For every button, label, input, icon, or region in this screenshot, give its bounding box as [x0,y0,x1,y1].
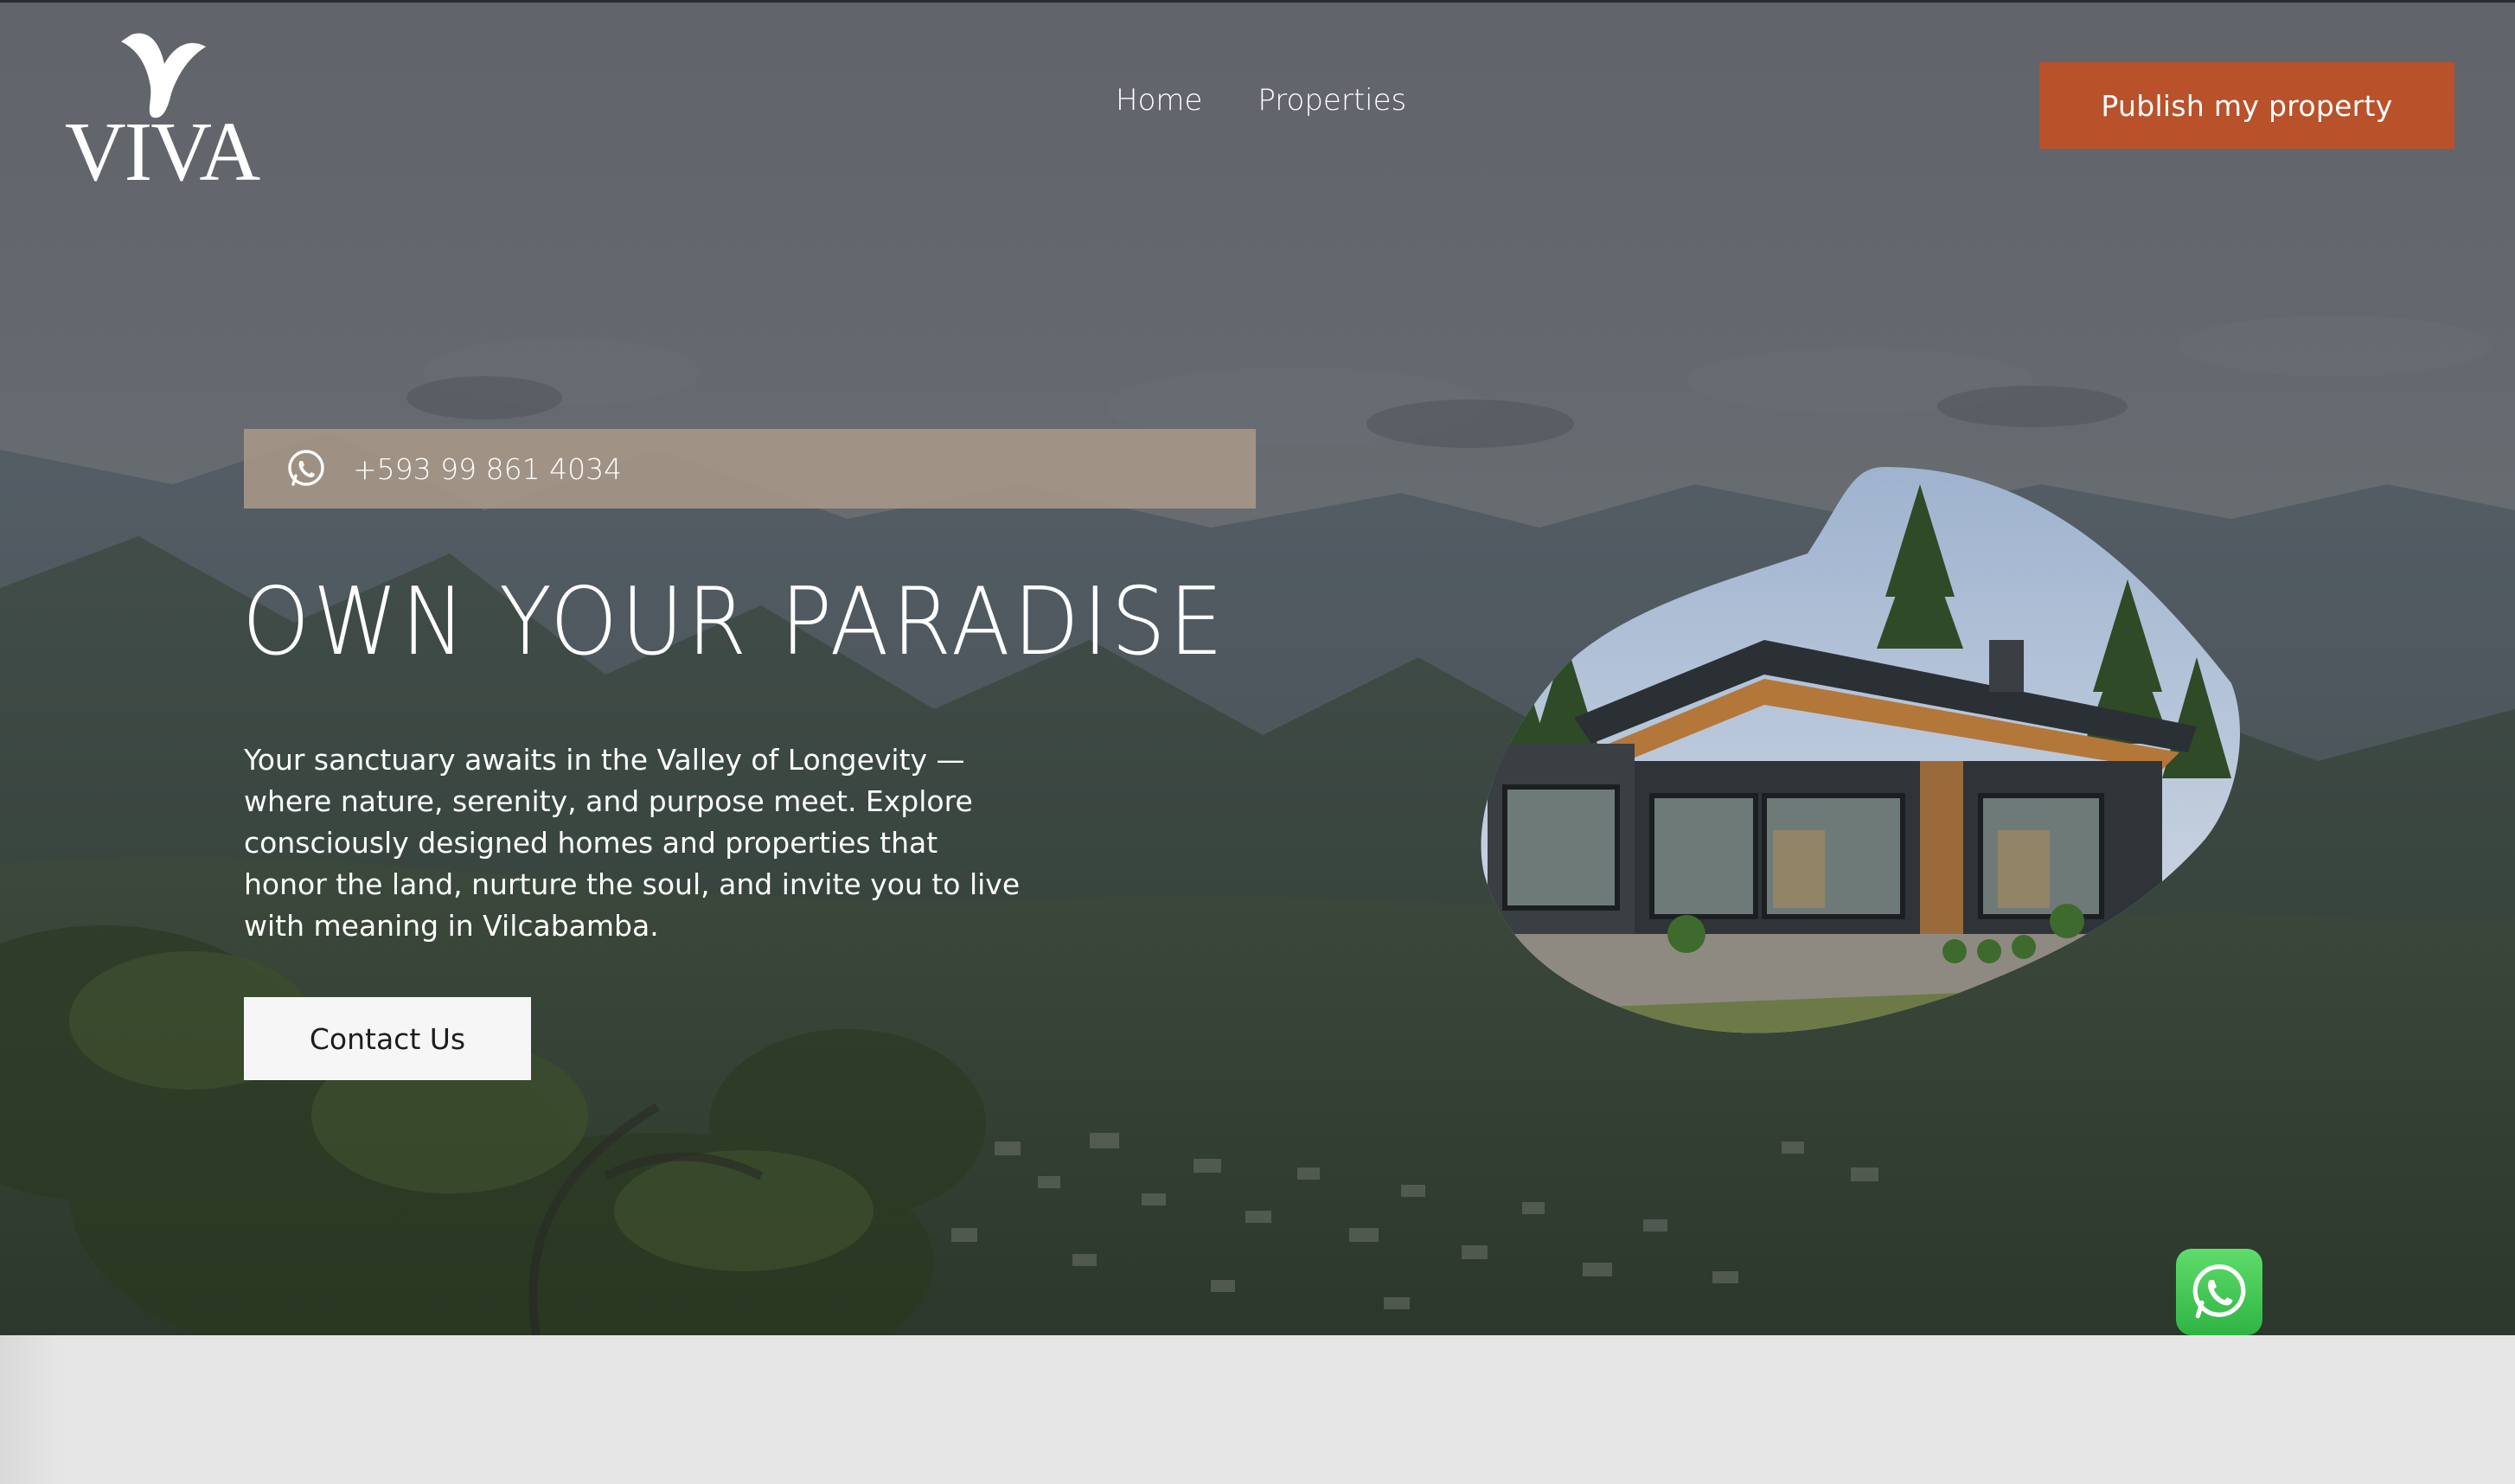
hero-description: Your sanctuary awaits in the Valley of L… [244,743,1021,943]
nav-item-home[interactable]: Home [1116,83,1202,118]
featured-house-image [1481,467,2240,1033]
brand-name: VIVA [64,106,260,199]
hero-headline: OWN YOUR PARADISE [242,568,1226,676]
footer-shadow [0,1335,61,1484]
viva-logo[interactable]: VIVA [54,26,270,195]
top-border [0,0,2515,3]
next-section-placeholder [0,1335,2515,1484]
nav-item-properties[interactable]: Properties [1258,83,1406,118]
whatsapp-icon [288,450,324,486]
floating-whatsapp-button[interactable] [2176,1249,2262,1335]
whatsapp-icon [2192,1264,2246,1319]
phone-contact-bar[interactable]: +593 99 861 4034 [244,429,1256,509]
phone-number: +593 99 861 4034 [353,451,623,486]
main-nav: Home Properties [1116,83,1406,118]
publish-property-button[interactable]: Publish my property [2039,62,2454,149]
contact-us-button[interactable]: Contact Us [244,997,531,1080]
